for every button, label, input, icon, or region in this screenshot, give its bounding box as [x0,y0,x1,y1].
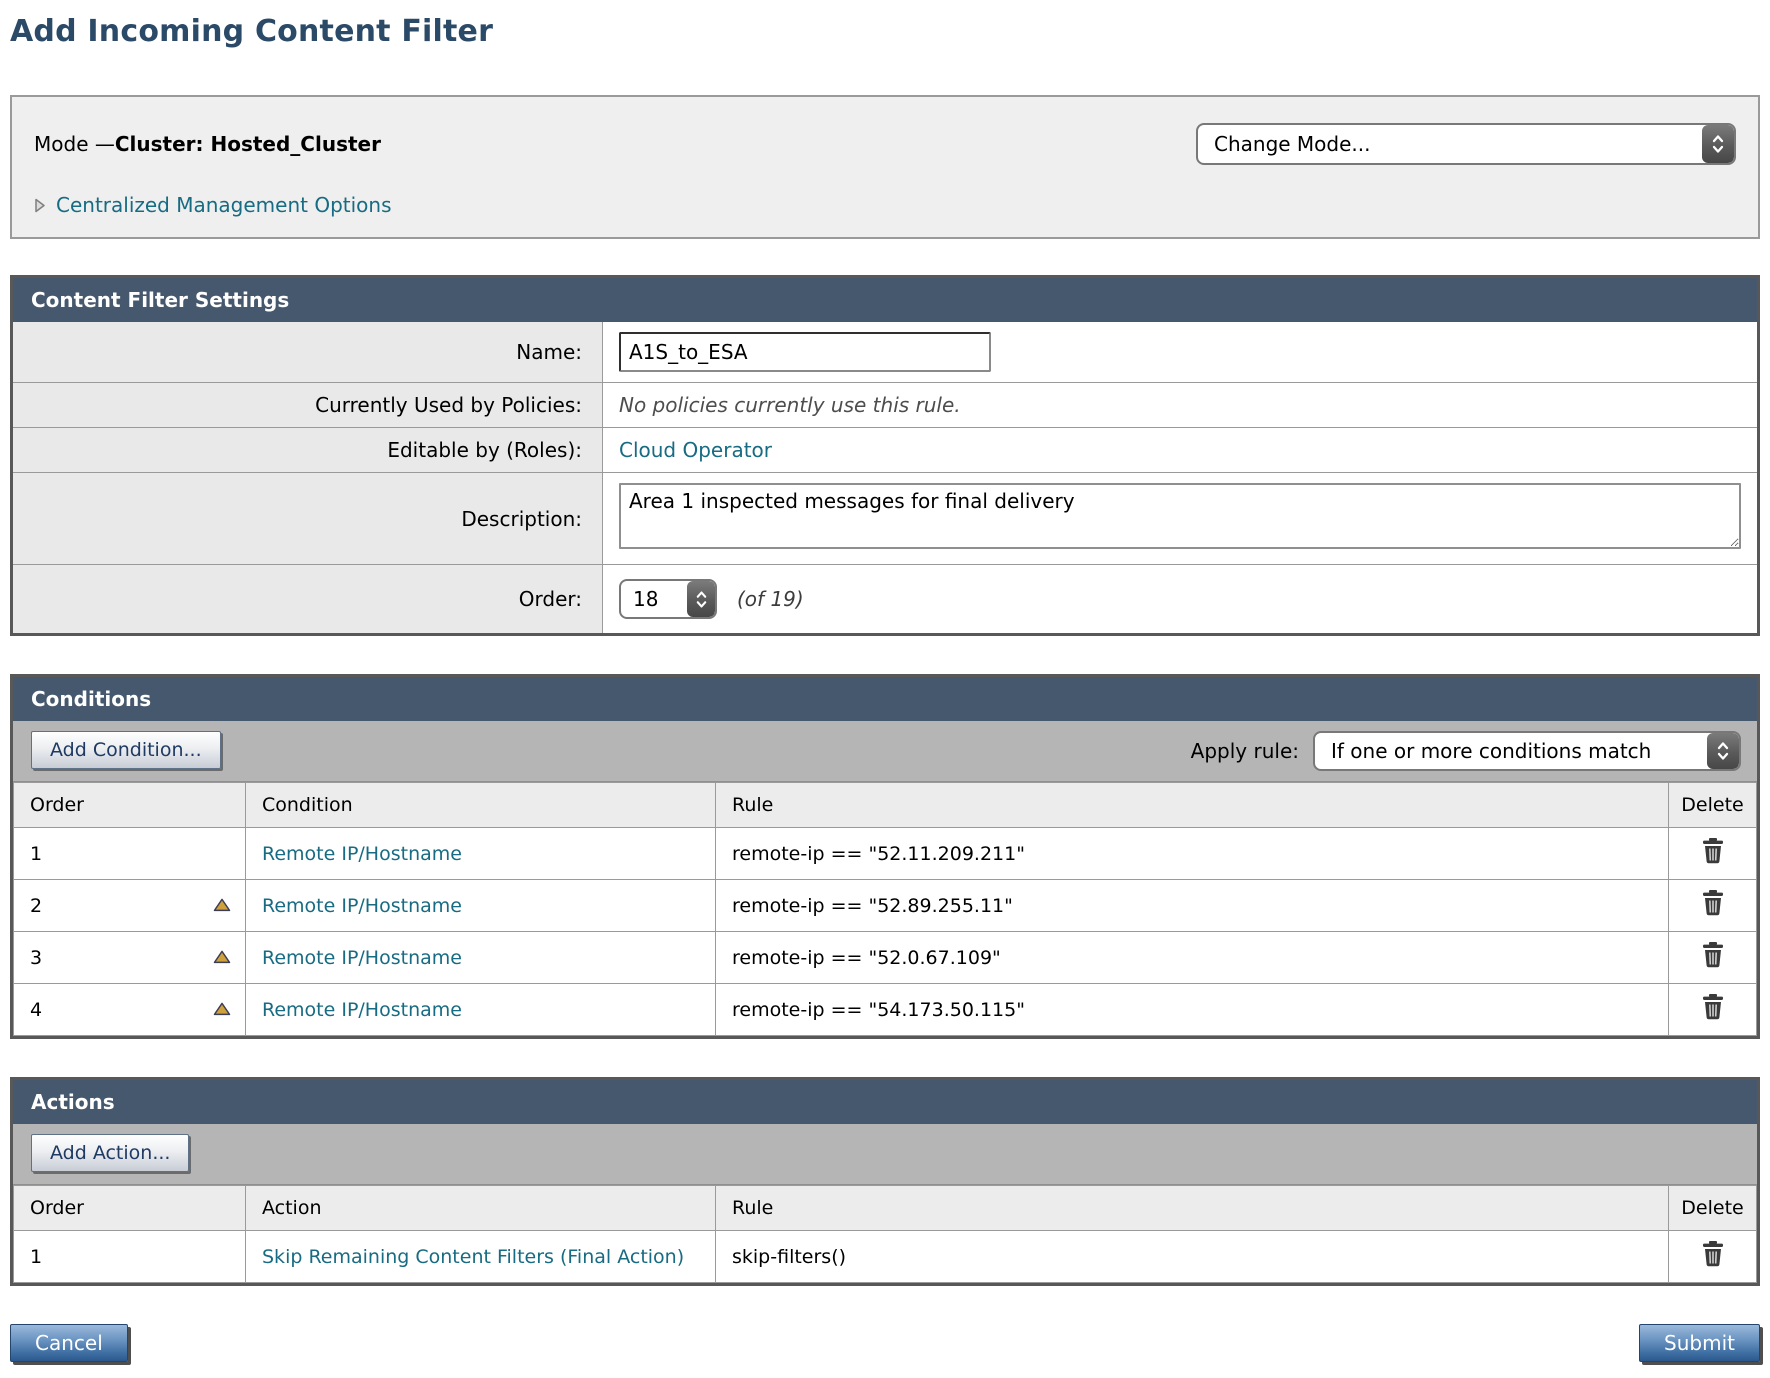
column-header-condition: Condition [246,783,716,828]
condition-link[interactable]: Remote IP/Hostname [262,843,462,865]
order-number: 1 [30,843,42,865]
page-title: Add Incoming Content Filter [10,14,1760,49]
order-select[interactable]: 18 [619,579,717,619]
policies-label: Currently Used by Policies: [13,383,603,428]
settings-row-roles: Editable by (Roles): Cloud Operator [13,428,1757,473]
cancel-button[interactable]: Cancel [10,1324,128,1362]
condition-order-cell: 3 [14,932,246,984]
order-label: Order: [13,565,603,634]
trash-icon[interactable] [1701,838,1725,864]
condition-link[interactable]: Remote IP/Hostname [262,895,462,917]
order-number: 1 [30,1246,42,1268]
actions-toolbar: Add Action... [13,1124,1757,1185]
change-mode-selected-option: Change Mode... [1198,132,1702,156]
page: Add Incoming Content Filter Mode —Cluste… [10,0,1760,1378]
move-up-icon[interactable] [213,1001,231,1015]
column-header-action: Action [246,1186,716,1231]
settings-row-name: Name: [13,322,1757,383]
action-link[interactable]: Skip Remaining Content Filters (Final Ac… [262,1246,684,1268]
centralized-management-options-link[interactable]: Centralized Management Options [56,193,392,217]
column-header-delete: Delete [1669,1186,1757,1231]
column-header-delete: Delete [1669,783,1757,828]
mode-label: Mode — [34,132,115,156]
order-number: 2 [30,895,42,917]
apply-rule-select[interactable]: If one or more conditions match [1313,731,1741,771]
column-header-order: Order [14,783,246,828]
move-up-icon[interactable] [213,897,231,911]
actions-table: Order Action Rule Delete 1 Skip Remainin… [13,1185,1757,1283]
actions-header: Actions [13,1080,1757,1124]
mode-text: Mode —Cluster: Hosted_Cluster [34,132,381,156]
apply-rule-selected-option: If one or more conditions match [1315,739,1707,763]
description-textarea[interactable]: Area 1 inspected messages for final deli… [619,483,1741,549]
trash-icon[interactable] [1701,994,1725,1020]
policies-value: No policies currently use this rule. [619,393,961,417]
order-number: 3 [30,947,42,969]
order-number: 4 [30,999,42,1021]
condition-order-cell: 4 [14,984,246,1036]
actions-section: Actions Add Action... Order Action Rule … [10,1077,1760,1286]
action-row: 1 Skip Remaining Content Filters (Final … [14,1231,1757,1283]
condition-order-cell: 1 [14,828,246,880]
content-filter-settings-header: Content Filter Settings [13,278,1757,322]
conditions-header: Conditions [13,677,1757,721]
select-stepper-icon [1707,733,1739,769]
settings-row-order: Order: 18 (of 19) [13,565,1757,634]
apply-rule-label: Apply rule: [1191,739,1299,763]
select-stepper-icon [1702,125,1734,163]
mode-row: Mode —Cluster: Hosted_Cluster Change Mod… [34,123,1736,165]
apply-rule-group: Apply rule: If one or more conditions ma… [1191,731,1741,771]
trash-icon[interactable] [1701,942,1725,968]
rule-cell: remote-ip == "52.0.67.109" [716,932,1669,984]
rule-cell: remote-ip == "52.89.255.11" [716,880,1669,932]
order-selected-option: 18 [621,587,687,611]
footer-buttons: Cancel Submit [10,1324,1760,1362]
add-condition-button[interactable]: Add Condition... [31,731,221,769]
name-label: Name: [13,322,603,383]
condition-row: 2 Remote IP/Hostname remote-ip == "52.89… [14,880,1757,932]
disclosure-triangle-icon [34,197,46,214]
rule-cell: remote-ip == "52.11.209.211" [716,828,1669,880]
order-of-note: (of 19) [737,587,804,611]
settings-row-policies: Currently Used by Policies: No policies … [13,383,1757,428]
centralized-management-options-row: Centralized Management Options [34,193,1736,217]
trash-icon[interactable] [1701,890,1725,916]
conditions-header-row: Order Condition Rule Delete [14,783,1757,828]
settings-row-description: Description: Area 1 inspected messages f… [13,473,1757,565]
condition-row: 1 Remote IP/Hostname remote-ip == "52.11… [14,828,1757,880]
conditions-table: Order Condition Rule Delete 1 Remote IP/… [13,782,1757,1036]
select-stepper-icon [687,581,715,617]
action-order-cell: 1 [14,1231,246,1283]
add-action-button[interactable]: Add Action... [31,1134,189,1172]
condition-link[interactable]: Remote IP/Hostname [262,947,462,969]
actions-header-row: Order Action Rule Delete [14,1186,1757,1231]
move-up-icon[interactable] [213,949,231,963]
content-filter-settings-section: Content Filter Settings Name: Currently … [10,275,1760,636]
column-header-rule: Rule [716,783,1669,828]
cloud-operator-link[interactable]: Cloud Operator [619,438,772,462]
trash-icon[interactable] [1701,1241,1725,1267]
condition-link[interactable]: Remote IP/Hostname [262,999,462,1021]
condition-order-cell: 2 [14,880,246,932]
conditions-toolbar: Add Condition... Apply rule: If one or m… [13,721,1757,782]
name-input[interactable] [619,332,991,372]
settings-table: Name: Currently Used by Policies: No pol… [13,322,1757,633]
column-header-order: Order [14,1186,246,1231]
rule-cell: skip-filters() [716,1231,1669,1283]
roles-label: Editable by (Roles): [13,428,603,473]
column-header-rule: Rule [716,1186,1669,1231]
conditions-section: Conditions Add Condition... Apply rule: … [10,674,1760,1039]
description-label: Description: [13,473,603,565]
condition-row: 4 Remote IP/Hostname remote-ip == "54.17… [14,984,1757,1036]
mode-panel: Mode —Cluster: Hosted_Cluster Change Mod… [10,95,1760,239]
condition-row: 3 Remote IP/Hostname remote-ip == "52.0.… [14,932,1757,984]
rule-cell: remote-ip == "54.173.50.115" [716,984,1669,1036]
mode-value: Cluster: Hosted_Cluster [115,132,381,156]
change-mode-select[interactable]: Change Mode... [1196,123,1736,165]
submit-button[interactable]: Submit [1639,1324,1760,1362]
